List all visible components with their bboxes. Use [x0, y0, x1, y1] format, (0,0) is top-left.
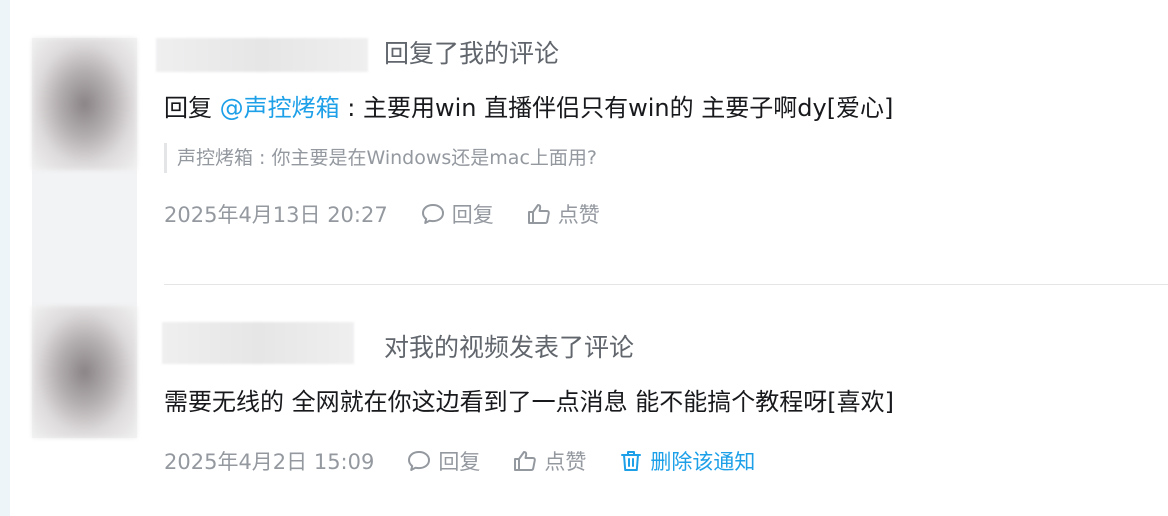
- comment-icon: [421, 204, 444, 224]
- reply-button[interactable]: 回复: [420, 199, 494, 229]
- reply-prefix: 回复: [164, 94, 212, 122]
- divider: [164, 284, 1168, 285]
- thumbs-up-icon: [527, 204, 550, 224]
- thumbs-up-icon: [514, 451, 537, 471]
- avatar[interactable]: [32, 306, 137, 438]
- like-button[interactable]: 点赞: [512, 446, 586, 476]
- notification-meta: 2025年4月2日 15:09 回复 点赞 删除该通知: [164, 445, 787, 477]
- mention-link[interactable]: @声控烤箱: [220, 94, 340, 122]
- reply-content: 回复 @声控烤箱 : 主要用win 直播伴侣只有win的 主要子啊dy[爱心]: [164, 91, 893, 125]
- comment-icon: [408, 451, 431, 471]
- username-blurred[interactable]: [156, 38, 368, 72]
- timestamp: 2025年4月2日 15:09: [164, 450, 375, 474]
- delete-notification-button[interactable]: 删除该通知: [618, 446, 755, 476]
- quoted-comment: 声控烤箱 : 你主要是在Windows还是mac上面用?: [164, 143, 597, 173]
- reply-text: : 主要用win 直播伴侣只有win的 主要子啊dy[爱心]: [339, 94, 894, 122]
- like-button[interactable]: 点赞: [526, 199, 600, 229]
- left-edge-strip: [0, 0, 10, 516]
- reply-button[interactable]: 回复: [406, 446, 480, 476]
- delete-label: 删除该通知: [650, 450, 756, 474]
- notification-action: 对我的视频发表了评论: [384, 333, 635, 362]
- like-label: 点赞: [557, 203, 600, 227]
- notification-meta: 2025年4月13日 20:27 回复 点赞: [164, 198, 632, 230]
- like-label: 点赞: [544, 450, 587, 474]
- comment-content: 需要无线的 全网就在你这边看到了一点消息 能不能搞个教程呀[喜欢]: [164, 388, 894, 416]
- reply-label: 回复: [438, 450, 481, 474]
- timestamp: 2025年4月13日 20:27: [164, 203, 388, 227]
- notification-action: 回复了我的评论: [384, 39, 560, 68]
- reply-label: 回复: [451, 203, 494, 227]
- avatar[interactable]: [32, 38, 137, 170]
- trash-icon: [621, 451, 642, 471]
- username-blurred[interactable]: [162, 322, 354, 364]
